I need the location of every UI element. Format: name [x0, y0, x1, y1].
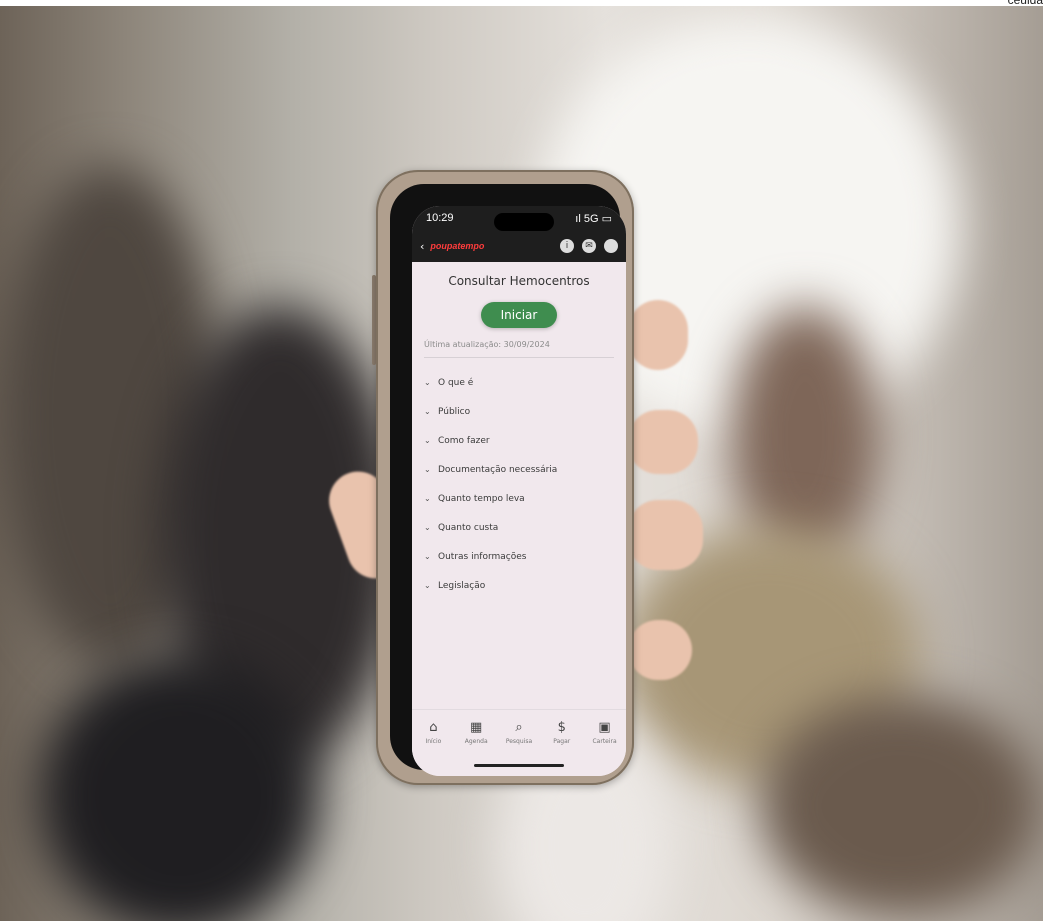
profile-icon[interactable]: [604, 239, 618, 253]
app-bar: ‹ poupatempo i ✉: [412, 230, 626, 262]
chevron-down-icon: ⌄: [424, 581, 431, 590]
chevron-down-icon: ⌄: [424, 552, 431, 561]
section-como-fazer[interactable]: ⌄ Como fazer: [424, 426, 614, 455]
section-label: O que é: [438, 377, 474, 388]
bottom-nav: ⌂ Início ▦ Agenda ⌕ Pesquisa $ Pagar ▣ C…: [412, 709, 626, 776]
finger-1: [628, 300, 688, 370]
chevron-down-icon: ⌄: [424, 378, 431, 387]
calendar-icon: ▦: [470, 720, 483, 735]
signal-icon: ıl: [575, 212, 581, 225]
section-label: Documentação necessária: [438, 464, 558, 475]
home-icon: ⌂: [429, 720, 438, 735]
section-publico[interactable]: ⌄ Público: [424, 397, 614, 426]
section-label: Quanto tempo leva: [438, 493, 525, 504]
chevron-down-icon: ⌄: [424, 494, 431, 503]
section-label: Público: [438, 406, 471, 417]
chair-dark: [40, 656, 320, 921]
floor-shadow: [760, 696, 1040, 916]
status-time: 10:29: [426, 212, 454, 224]
nav-inicio[interactable]: ⌂ Início: [414, 720, 452, 745]
nav-label: Agenda: [464, 738, 488, 745]
chevron-down-icon: ⌄: [424, 407, 431, 416]
network-label: 5G: [583, 212, 599, 225]
section-label: Legislação: [438, 580, 486, 591]
section-quanto-tempo[interactable]: ⌄ Quanto tempo leva: [424, 484, 614, 513]
dynamic-island: [494, 213, 554, 231]
finger-2: [628, 410, 698, 474]
mail-icon[interactable]: ✉: [582, 239, 596, 253]
nav-pesquisa[interactable]: ⌕ Pesquisa: [500, 720, 538, 745]
wallet-icon: ▣: [598, 720, 611, 735]
chevron-down-icon: ⌄: [424, 523, 431, 532]
info-icon[interactable]: i: [560, 239, 574, 253]
section-legislacao[interactable]: ⌄ Legislação: [424, 571, 614, 600]
app-bar-actions: i ✉: [560, 239, 618, 253]
section-outras-informacoes[interactable]: ⌄ Outras informações: [424, 542, 614, 571]
nav-label: Início: [425, 738, 442, 745]
home-indicator: [474, 764, 564, 767]
phone-bezel: 10:29 ıl 5G ▭ ‹ poupatempo i ✉ Consultar…: [390, 184, 626, 776]
start-button[interactable]: Iniciar: [480, 302, 558, 328]
photo-credit: ceuida: [1007, 0, 1043, 7]
app-logo: poupatempo: [430, 241, 485, 251]
phone: 10:29 ıl 5G ▭ ‹ poupatempo i ✉ Consultar…: [376, 170, 634, 785]
section-documentacao[interactable]: ⌄ Documentação necessária: [424, 455, 614, 484]
nav-label: Carteira: [592, 738, 617, 745]
status-indicators: ıl 5G ▭: [575, 212, 612, 225]
chevron-left-icon[interactable]: ‹: [420, 240, 424, 253]
battery-icon: ▭: [601, 212, 612, 225]
finger-4: [628, 620, 692, 680]
nav-carteira[interactable]: ▣ Carteira: [586, 720, 624, 745]
section-label: Quanto custa: [438, 522, 499, 533]
page-title: Consultar Hemocentros: [448, 274, 590, 288]
dollar-icon: $: [557, 720, 566, 735]
nav-label: Pesquisa: [505, 738, 533, 745]
last-updated: Última atualização: 30/09/2024: [424, 340, 614, 358]
search-icon: ⌕: [515, 720, 523, 735]
phone-screen: 10:29 ıl 5G ▭ ‹ poupatempo i ✉ Consultar…: [412, 206, 626, 776]
chevron-down-icon: ⌄: [424, 465, 431, 474]
chevron-down-icon: ⌄: [424, 436, 431, 445]
nav-pagar[interactable]: $ Pagar: [543, 720, 581, 745]
section-quanto-custa[interactable]: ⌄ Quanto custa: [424, 513, 614, 542]
nav-agenda[interactable]: ▦ Agenda: [457, 720, 495, 745]
nav-label: Pagar: [553, 738, 571, 745]
section-label: Como fazer: [438, 435, 490, 446]
section-list: ⌄ O que é ⌄ Público ⌄ Como fazer ⌄ Docum…: [424, 368, 614, 600]
start-button-wrap: Iniciar: [424, 302, 614, 328]
finger-3: [628, 500, 703, 570]
section-o-que-e[interactable]: ⌄ O que é: [424, 368, 614, 397]
page-content: Consultar Hemocentros Iniciar Última atu…: [412, 262, 626, 600]
section-label: Outras informações: [438, 551, 527, 562]
